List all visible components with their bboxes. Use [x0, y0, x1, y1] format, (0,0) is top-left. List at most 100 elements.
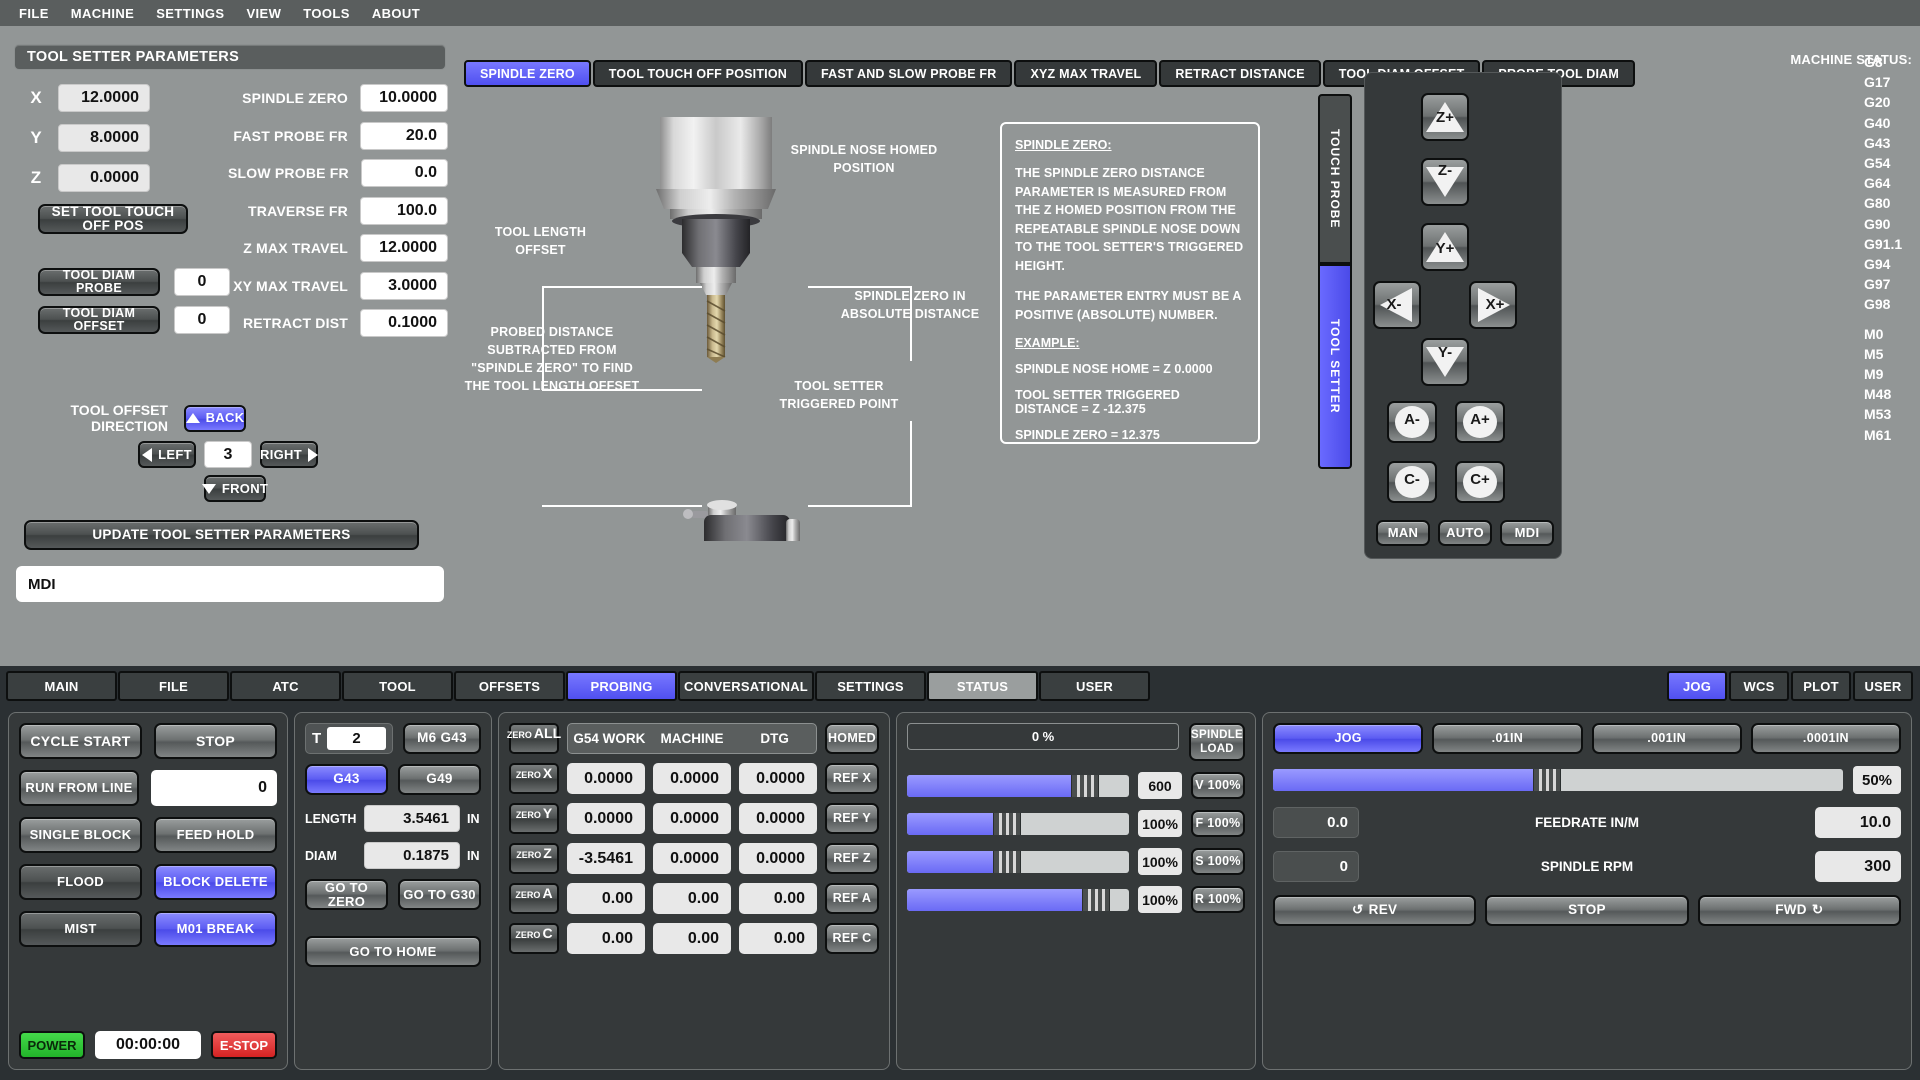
spindle-rev-button[interactable]: ↺ REV — [1273, 895, 1477, 926]
feed-slider[interactable] — [907, 812, 1129, 835]
tool-number-box[interactable]: T 2 — [305, 723, 393, 754]
ref-x-button[interactable]: REF X — [825, 763, 879, 794]
jog-button-a-plus[interactable]: A+ — [1455, 401, 1505, 443]
rapid-override-button[interactable]: R 100% — [1191, 886, 1245, 913]
velocity-override-button[interactable]: V 100% — [1191, 772, 1245, 799]
m6-g43-button[interactable]: M6 G43 — [403, 723, 481, 754]
dro-z-work[interactable]: -3.5461 — [567, 843, 645, 874]
menu-item-machine[interactable]: MACHINE — [60, 3, 145, 24]
mode-button-mdi[interactable]: MDI — [1500, 520, 1554, 546]
param-input-spindle-zero[interactable]: 10.0000 — [360, 84, 448, 112]
jog-button-x-minus[interactable]: X- — [1373, 281, 1421, 329]
mode-button-man[interactable]: MAN — [1376, 520, 1430, 546]
jog-step-01in-button[interactable]: .01IN — [1432, 723, 1583, 754]
tool-length-value[interactable]: 3.5461 — [364, 805, 460, 832]
tool-diam-offset-button[interactable]: TOOL DIAM OFFSET — [38, 306, 160, 334]
go-to-zero-button[interactable]: GO TO ZERO — [305, 879, 388, 910]
param-input-fast-probe-fr[interactable]: 20.0 — [360, 121, 448, 150]
tab-fast-and-slow-probe-fr[interactable]: FAST AND SLOW PROBE FR — [805, 60, 1013, 87]
spindle-load-button[interactable]: SPINDLE LOAD — [1189, 723, 1245, 761]
nav-tab-offsets[interactable]: OFFSETS — [454, 671, 565, 701]
mist-button[interactable]: MIST — [19, 911, 142, 947]
direction-value-input[interactable]: 3 — [204, 441, 252, 468]
direction-left-button[interactable]: LEFT — [138, 441, 196, 468]
e-stop-button[interactable]: E-STOP — [211, 1031, 277, 1059]
zero-x-button[interactable]: ZERO X — [509, 763, 559, 794]
jog-button-c-plus[interactable]: C+ — [1455, 461, 1505, 503]
menu-item-file[interactable]: FILE — [8, 3, 60, 24]
jog-button-x-plus[interactable]: X+ — [1469, 281, 1517, 329]
jog-button-c-minus[interactable]: C- — [1387, 461, 1437, 503]
run-from-line-input[interactable]: 0 — [151, 770, 277, 806]
jog-rate-slider[interactable] — [1273, 769, 1843, 791]
nav-tab-user[interactable]: USER — [1039, 671, 1150, 701]
nav-tab-settings[interactable]: SETTINGS — [815, 671, 926, 701]
dro-y-work[interactable]: 0.0000 — [567, 803, 645, 834]
tab-spindle-zero[interactable]: SPINDLE ZERO — [464, 60, 591, 87]
jog-button-z-plus[interactable]: Z+ — [1421, 93, 1469, 141]
tool-diam-probe-button[interactable]: TOOL DIAM PROBE — [38, 268, 160, 296]
spindle-fwd-button[interactable]: FWD ↻ — [1697, 895, 1901, 926]
spindle-slider[interactable] — [907, 850, 1129, 873]
tool-number-input[interactable]: 2 — [327, 727, 386, 750]
ref-z-button[interactable]: REF Z — [825, 843, 879, 874]
single-block-button[interactable]: SINGLE BLOCK — [19, 817, 142, 853]
jog-button-y-plus[interactable]: Y+ — [1421, 223, 1469, 271]
tab-retract-distance[interactable]: RETRACT DISTANCE — [1159, 60, 1321, 87]
nav-tab-conversational[interactable]: CONVERSATIONAL — [678, 671, 814, 701]
dro-a-work[interactable]: 0.00 — [567, 883, 645, 914]
zero-a-button[interactable]: ZERO A — [509, 883, 559, 914]
feed-override-button[interactable]: F 100% — [1191, 810, 1245, 837]
nav-tab-file[interactable]: FILE — [118, 671, 229, 701]
jog-button-a-minus[interactable]: A- — [1387, 401, 1437, 443]
nav-tab-probing[interactable]: PROBING — [566, 671, 677, 701]
axis-input-y[interactable]: 8.0000 — [58, 124, 150, 152]
jog-button-y-minus[interactable]: Y- — [1421, 338, 1469, 386]
tool-diam-value[interactable]: 0.1875 — [364, 842, 460, 869]
flood-button[interactable]: FLOOD — [19, 864, 142, 900]
zero-y-button[interactable]: ZERO Y — [509, 803, 559, 834]
tool-diam-offset-value[interactable]: 0 — [174, 306, 230, 334]
go-to-home-button[interactable]: GO TO HOME — [305, 936, 481, 967]
stop-button[interactable]: STOP — [154, 723, 277, 759]
homed-button[interactable]: HOMED — [825, 723, 879, 754]
vertical-tab-tool-setter[interactable]: TOOL SETTER — [1318, 264, 1352, 469]
mode-button-auto[interactable]: AUTO — [1438, 520, 1492, 546]
nav-tab-atc[interactable]: ATC — [230, 671, 341, 701]
nav-tab-plot[interactable]: PLOT — [1791, 671, 1851, 701]
jog-mode-button[interactable]: JOG — [1273, 723, 1424, 754]
g49-button[interactable]: G49 — [398, 764, 481, 795]
param-input-retract-dist[interactable]: 0.1000 — [360, 309, 448, 337]
zero-all-button[interactable]: ZERO ALL — [507, 723, 561, 754]
nav-tab-status[interactable]: STATUS — [927, 671, 1038, 701]
block-delete-button[interactable]: BLOCK DELETE — [154, 864, 277, 900]
dro-c-work[interactable]: 0.00 — [567, 923, 645, 954]
set-tool-touch-off-pos-button[interactable]: SET TOOL TOUCH OFF POS — [38, 204, 188, 234]
m01-break-button[interactable]: M01 BREAK — [154, 911, 277, 947]
menu-item-about[interactable]: ABOUT — [361, 3, 431, 24]
tab-xyz-max-travel[interactable]: XYZ MAX TRAVEL — [1014, 60, 1158, 87]
nav-tab-main[interactable]: MAIN — [6, 671, 117, 701]
run-from-line-button[interactable]: RUN FROM LINE — [19, 770, 139, 806]
direction-right-button[interactable]: RIGHT — [260, 441, 318, 468]
feed-hold-button[interactable]: FEED HOLD — [154, 817, 277, 853]
direction-back-button[interactable]: BACK — [184, 404, 246, 432]
dro-x-work[interactable]: 0.0000 — [567, 763, 645, 794]
nav-tab-tool[interactable]: TOOL — [342, 671, 453, 701]
nav-tab-user-right[interactable]: USER — [1853, 671, 1913, 701]
param-input-slow-probe-fr[interactable]: 0.0 — [360, 159, 448, 187]
jog-step-0001in-button[interactable]: .0001IN — [1750, 723, 1901, 754]
vertical-tab-touch-probe[interactable]: TOUCH PROBE — [1318, 94, 1352, 264]
ref-y-button[interactable]: REF Y — [825, 803, 879, 834]
spindle-stop-button[interactable]: STOP — [1485, 895, 1689, 926]
jog-button-z-minus[interactable]: Z- — [1421, 158, 1469, 206]
tab-tool-touch-off-position[interactable]: TOOL TOUCH OFF POSITION — [592, 60, 804, 87]
jog-step-001in-button[interactable]: .001IN — [1591, 723, 1742, 754]
menu-item-view[interactable]: VIEW — [235, 3, 292, 24]
mdi-input[interactable]: MDI — [16, 566, 444, 602]
menu-item-tools[interactable]: TOOLS — [292, 3, 361, 24]
ref-a-button[interactable]: REF A — [825, 883, 879, 914]
spindle-override-button[interactable]: S 100% — [1191, 848, 1245, 875]
go-to-g30-button[interactable]: GO TO G30 — [398, 879, 481, 910]
rapid-slider[interactable] — [907, 888, 1129, 911]
